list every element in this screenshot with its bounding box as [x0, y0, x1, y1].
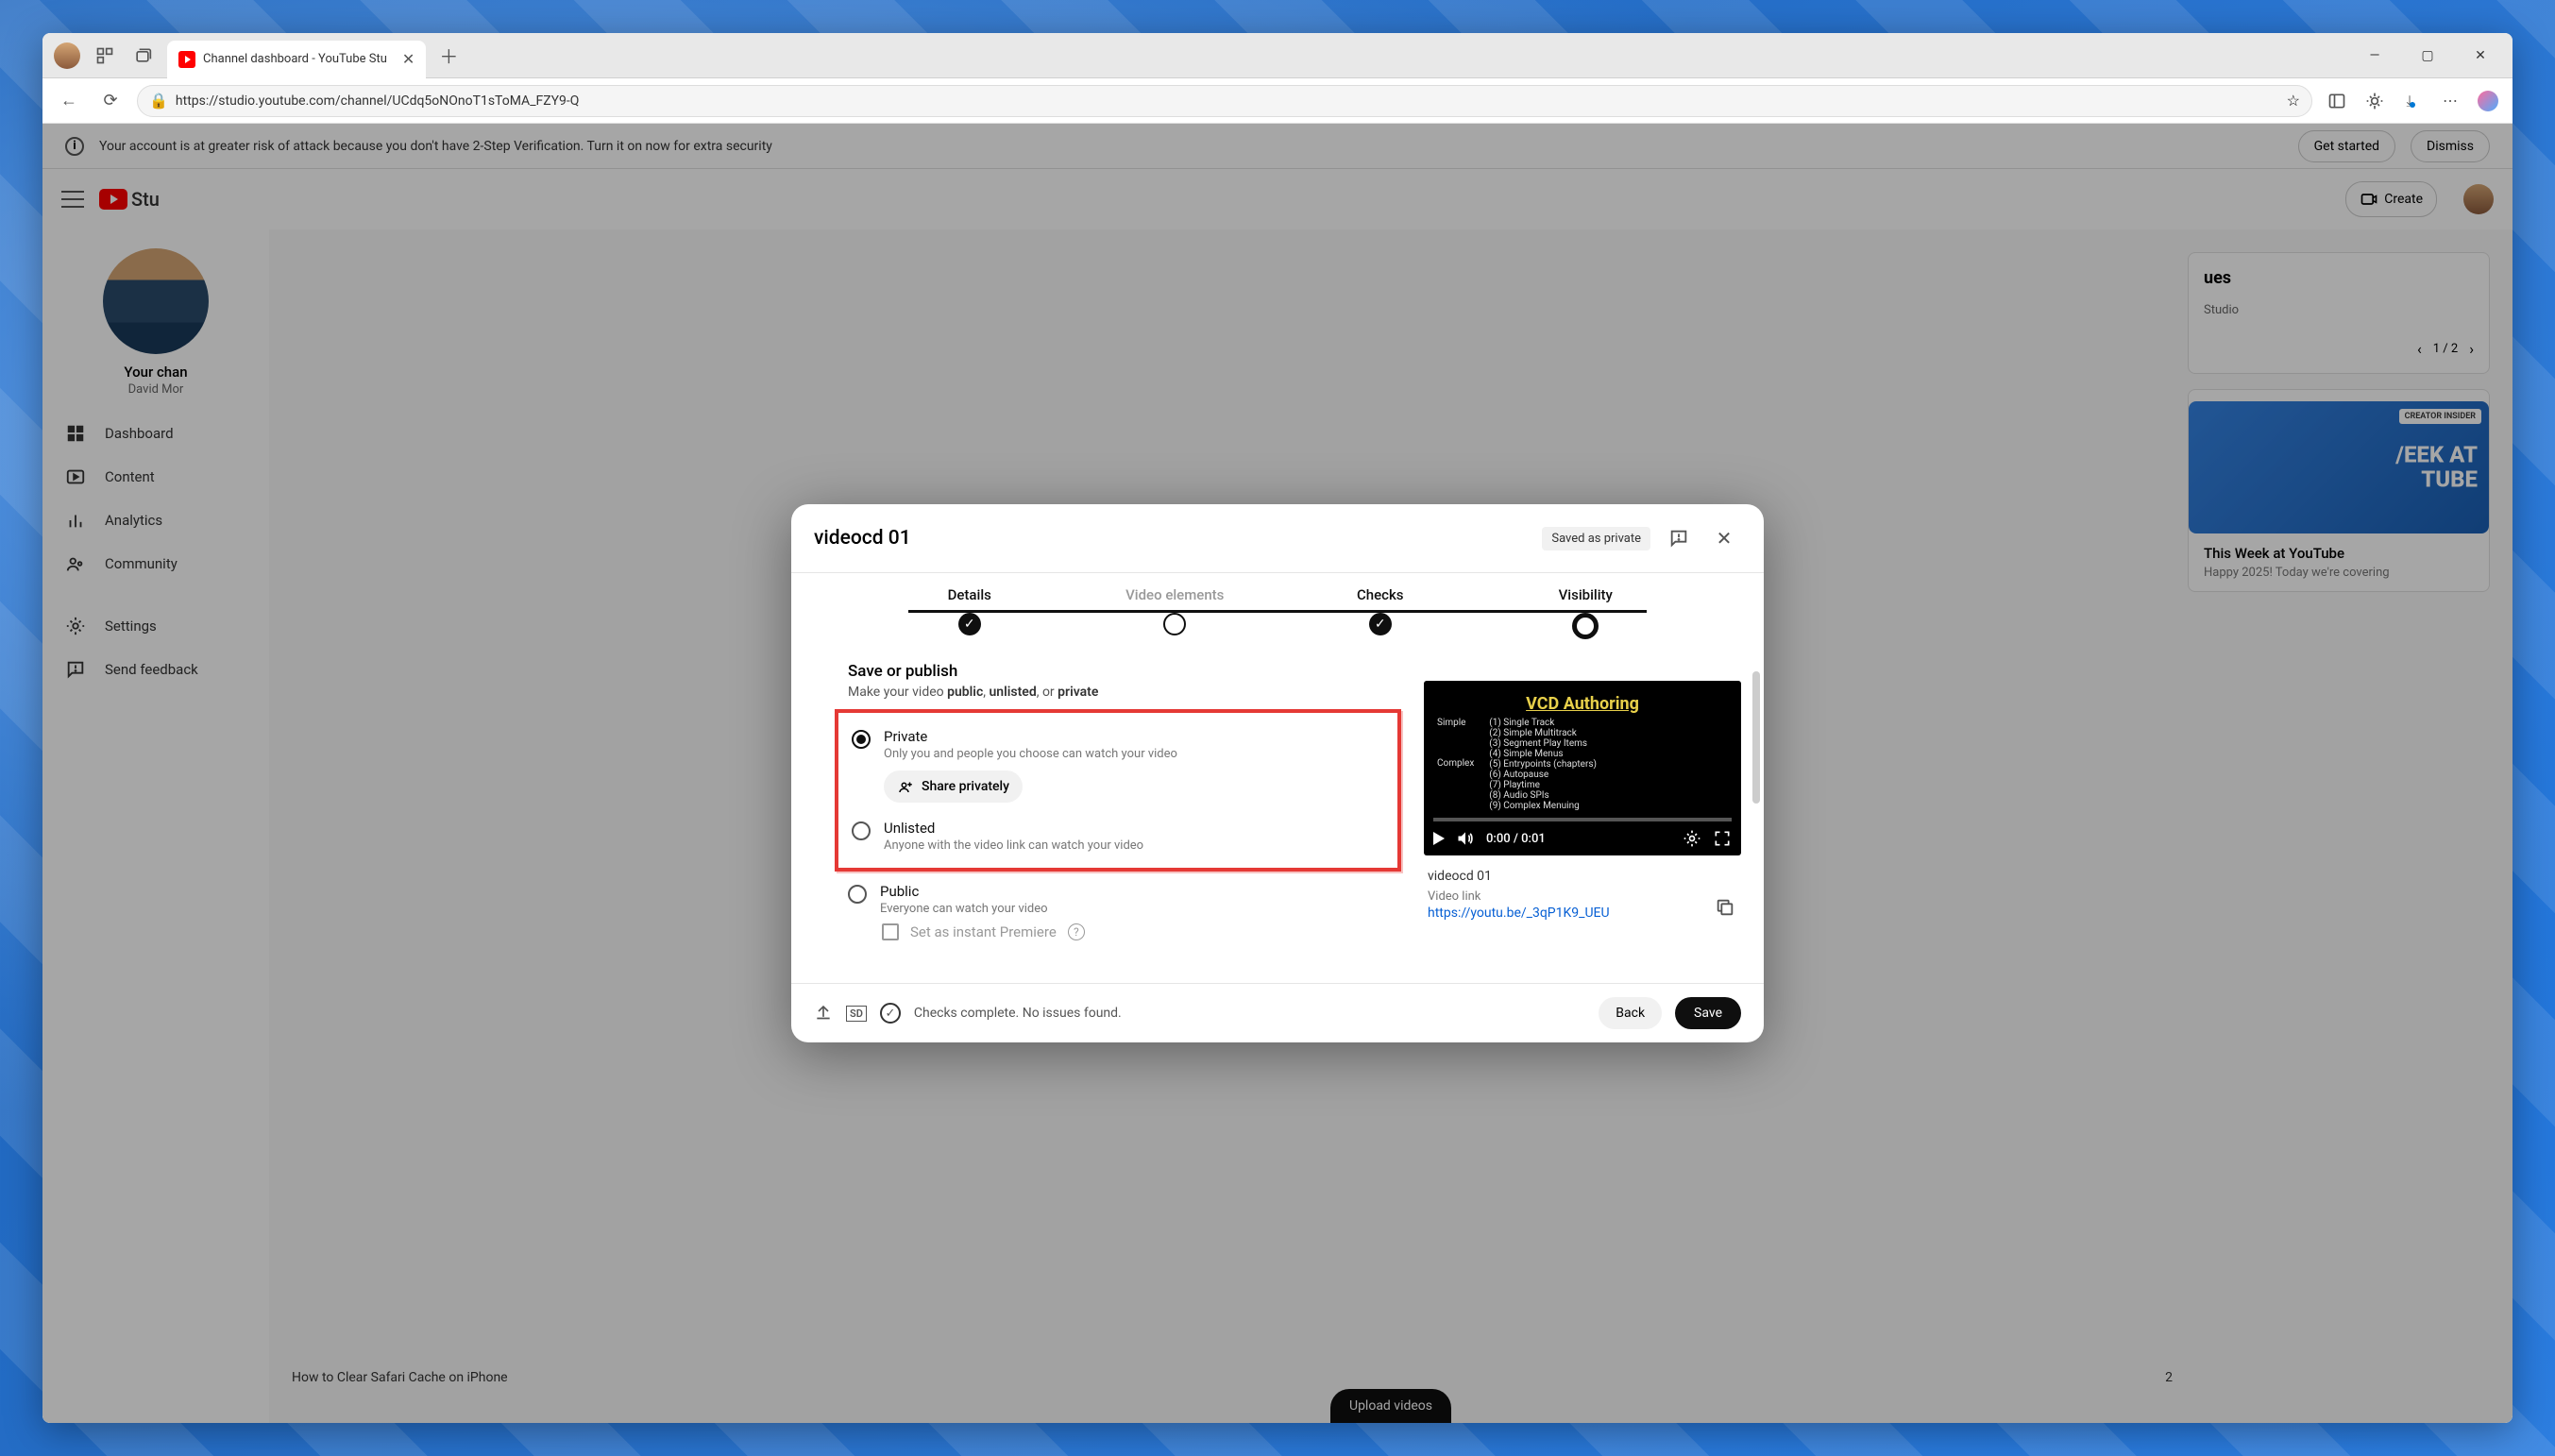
saved-badge: Saved as private	[1542, 527, 1650, 550]
vcd-complex: Complex	[1437, 758, 1474, 769]
downloads-icon[interactable]: ⤓	[2399, 88, 2426, 114]
modal-body: Save or publish Make your video public, …	[791, 662, 1764, 983]
highlight-annotation: Private Only you and people you choose c…	[835, 709, 1401, 872]
radio-title: Public	[880, 883, 1401, 900]
scroll-thumb[interactable]	[1752, 671, 1760, 804]
radio-private[interactable]: Private Only you and people you choose c…	[852, 722, 1388, 814]
radio-title: Private	[884, 728, 1388, 745]
step-label: Checks	[1278, 586, 1483, 603]
upload-modal: videocd 01 Saved as private ✕ Details ✓ …	[791, 504, 1764, 1042]
maximize-button[interactable]: ▢	[2411, 39, 2445, 73]
video-link-row: Video link https://youtu.be/_3qP1K9_UEU	[1424, 886, 1741, 924]
step-label: Visibility	[1483, 586, 1689, 603]
premiere-option[interactable]: Set as instant Premiere ?	[882, 923, 1401, 940]
radio-icon[interactable]	[852, 821, 871, 840]
link-label: Video link	[1428, 889, 1715, 904]
volume-icon[interactable]	[1456, 829, 1475, 848]
workspaces-icon[interactable]	[92, 42, 118, 69]
step-checks[interactable]: Checks ✓	[1278, 586, 1483, 639]
url-input[interactable]: 🔒 https://studio.youtube.com/channel/UCd…	[137, 85, 2312, 117]
step-label: Details	[867, 586, 1073, 603]
browser-tab[interactable]: Channel dashboard - YouTube Stu ✕	[167, 41, 426, 78]
preview-name: videocd 01	[1428, 869, 1737, 884]
stepper: Details ✓ Video elements Checks ✓ Visibi…	[791, 573, 1764, 662]
sd-badge: SD	[846, 1006, 867, 1022]
link-url[interactable]: https://youtu.be/_3qP1K9_UEU	[1428, 906, 1715, 921]
settings-icon[interactable]	[1683, 829, 1701, 848]
back-button[interactable]: Back	[1599, 997, 1662, 1029]
youtube-favicon-icon	[178, 51, 195, 68]
new-tab-button[interactable]: ＋	[433, 41, 464, 71]
sidebar-toggle-icon[interactable]	[2324, 88, 2350, 114]
step-visibility[interactable]: Visibility	[1483, 586, 1689, 639]
radio-icon[interactable]	[852, 730, 871, 749]
footer-status: Checks complete. No issues found.	[914, 1006, 1122, 1021]
help-icon[interactable]: ?	[1068, 923, 1085, 940]
share-label: Share privately	[922, 779, 1009, 794]
share-privately-button[interactable]: Share privately	[884, 770, 1023, 803]
minimize-button[interactable]: —	[2358, 39, 2392, 73]
check-circle-icon: ✓	[880, 1003, 901, 1024]
play-icon[interactable]	[1433, 832, 1445, 845]
copilot-icon[interactable]	[2475, 88, 2501, 114]
vcd-list: (1) Single Track (2) Simple Multitrack (…	[1489, 718, 1728, 811]
step-elements[interactable]: Video elements	[1073, 586, 1278, 639]
more-icon[interactable]: ⋯	[2437, 88, 2463, 114]
preview-panel: VCD Authoring Simple Complex (1) Single …	[1424, 662, 1764, 983]
feedback-icon[interactable]	[1662, 521, 1696, 555]
modal-title: videocd 01	[814, 527, 1531, 550]
modal-footer: SD ✓ Checks complete. No issues found. B…	[791, 983, 1764, 1042]
step-label: Video elements	[1073, 586, 1278, 603]
vcd-simple: Simple	[1437, 718, 1474, 728]
titlebar: Channel dashboard - YouTube Stu ✕ ＋ — ▢ …	[42, 33, 2513, 78]
tabs-icon[interactable]	[129, 42, 156, 69]
browser-window: Channel dashboard - YouTube Stu ✕ ＋ — ▢ …	[42, 33, 2513, 1423]
radio-icon[interactable]	[848, 885, 867, 904]
tab-close-icon[interactable]: ✕	[402, 50, 415, 68]
lock-icon: 🔒	[149, 92, 168, 110]
visibility-panel: Save or publish Make your video public, …	[848, 662, 1424, 983]
step-details[interactable]: Details ✓	[867, 586, 1073, 639]
close-window-button[interactable]: ✕	[2463, 39, 2497, 73]
upload-status-icon[interactable]	[814, 1002, 833, 1024]
video-controls: 0:00 / 0:01	[1424, 821, 1741, 855]
profile-avatar-icon[interactable]	[54, 42, 80, 69]
modal-header: videocd 01 Saved as private ✕	[791, 504, 1764, 573]
close-modal-icon[interactable]: ✕	[1707, 521, 1741, 555]
section-subtitle: Make your video public, unlisted, or pri…	[848, 685, 1401, 700]
radio-desc: Everyone can watch your video	[880, 902, 1401, 916]
radio-unlisted[interactable]: Unlisted Anyone with the video link can …	[852, 814, 1388, 858]
page-content: i Your account is at greater risk of att…	[42, 124, 2513, 1423]
scrollbar[interactable]	[1752, 671, 1760, 973]
checkbox-icon[interactable]	[882, 923, 899, 940]
section-title: Save or publish	[848, 662, 1401, 681]
video-time: 0:00 / 0:01	[1486, 832, 1546, 846]
refresh-button[interactable]: ⟳	[95, 86, 126, 116]
radio-desc: Anyone with the video link can watch you…	[884, 838, 1388, 853]
save-button[interactable]: Save	[1675, 997, 1741, 1029]
premiere-label: Set as instant Premiere	[910, 923, 1057, 940]
window-controls: — ▢ ✕	[2358, 39, 2505, 73]
favorite-icon[interactable]: ☆	[2287, 92, 2300, 110]
vcd-title: VCD Authoring	[1424, 681, 1741, 714]
url-text: https://studio.youtube.com/channel/UCdq5…	[176, 93, 580, 109]
video-preview[interactable]: VCD Authoring Simple Complex (1) Single …	[1424, 681, 1741, 855]
extensions-icon[interactable]	[2361, 88, 2388, 114]
radio-desc: Only you and people you choose can watch…	[884, 747, 1388, 761]
tab-title: Channel dashboard - YouTube Stu	[203, 52, 387, 66]
radio-title: Unlisted	[884, 820, 1388, 837]
fullscreen-icon[interactable]	[1713, 829, 1732, 848]
address-bar: ← ⟳ 🔒 https://studio.youtube.com/channel…	[42, 78, 2513, 124]
radio-public[interactable]: Public Everyone can watch your video Set…	[848, 877, 1401, 946]
back-button[interactable]: ←	[54, 86, 84, 116]
copy-icon[interactable]	[1715, 897, 1737, 920]
